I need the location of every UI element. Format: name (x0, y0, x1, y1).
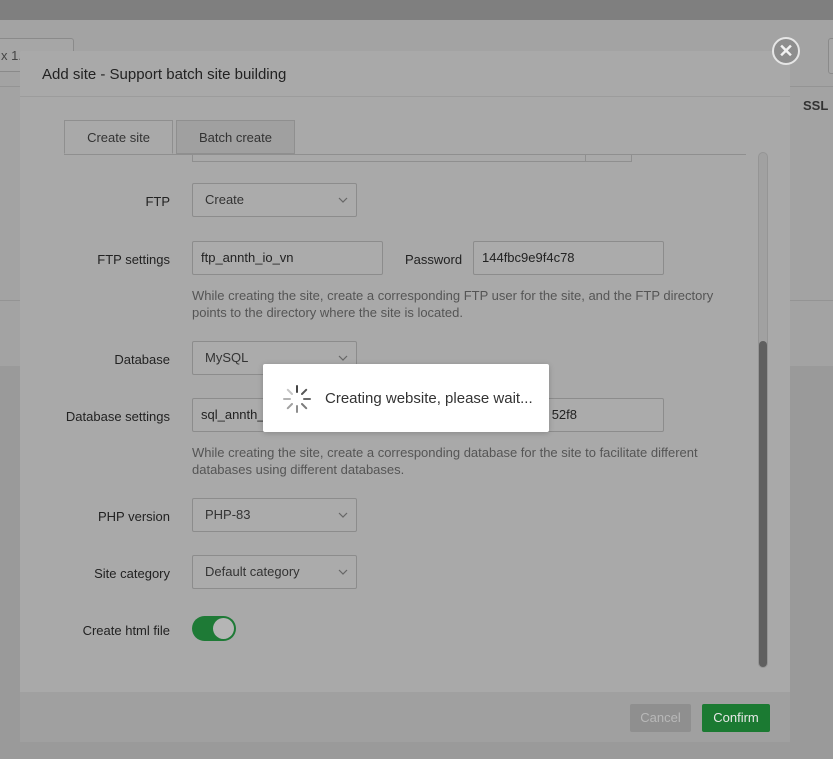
database-label: Database (114, 352, 170, 367)
ftp-label: FTP (145, 194, 170, 209)
chevron-down-icon (338, 568, 348, 576)
column-header-ssl: SSL (803, 98, 829, 113)
tab-create-site[interactable]: Create site (64, 120, 173, 154)
php-version-select[interactable]: PHP-83 (192, 498, 357, 532)
create-html-label: Create html file (82, 623, 170, 638)
ftp-password-label: Password (405, 252, 463, 267)
site-category-select[interactable]: Default category (192, 555, 357, 589)
database-hint: While creating the site, create a corres… (192, 445, 698, 477)
site-category-value: Default category (205, 564, 300, 579)
dialog-header: Add site - Support batch site building (20, 51, 790, 97)
domain-input[interactable] (192, 154, 632, 162)
chevron-down-icon (338, 511, 348, 519)
domain-input-addon[interactable] (585, 154, 633, 162)
cancel-button[interactable]: Cancel (630, 704, 691, 732)
loading-message: Creating website, please wait... (325, 390, 533, 407)
database-select-value: MySQL (205, 350, 249, 365)
form-scrollbar[interactable] (758, 152, 768, 668)
dialog-title: Add site - Support batch site building (42, 66, 287, 83)
toggle-knob (213, 618, 234, 639)
confirm-button[interactable]: Confirm (702, 704, 770, 732)
database-settings-label: Database settings (65, 409, 170, 424)
ftp-username-input[interactable]: ftp_annth_io_vn (192, 241, 383, 275)
close-icon[interactable]: ✕ (772, 37, 800, 65)
ftp-settings-label: FTP settings (97, 252, 170, 267)
loading-toast: Creating website, please wait... (263, 364, 549, 432)
background-button (828, 38, 833, 74)
chevron-down-icon (338, 196, 348, 204)
background-topbar (0, 0, 833, 20)
php-version-value: PHP-83 (205, 507, 251, 522)
create-html-toggle[interactable] (192, 616, 236, 641)
php-version-label: PHP version (97, 509, 170, 524)
chevron-down-icon (338, 354, 348, 362)
tab-bar: Create site Batch create (64, 120, 746, 155)
ftp-select-value: Create (205, 192, 245, 207)
ftp-select[interactable]: Create (192, 183, 357, 217)
ftp-hint: While creating the site, create a corres… (192, 288, 714, 320)
spinner-icon (282, 384, 312, 414)
scrollbar-thumb[interactable] (759, 341, 767, 667)
ftp-password-input[interactable]: 144fbc9e9f4c78 (473, 241, 664, 275)
dialog-footer: Cancel Confirm (20, 692, 790, 742)
site-category-label: Site category (94, 566, 170, 581)
tab-batch-create[interactable]: Batch create (176, 120, 295, 154)
